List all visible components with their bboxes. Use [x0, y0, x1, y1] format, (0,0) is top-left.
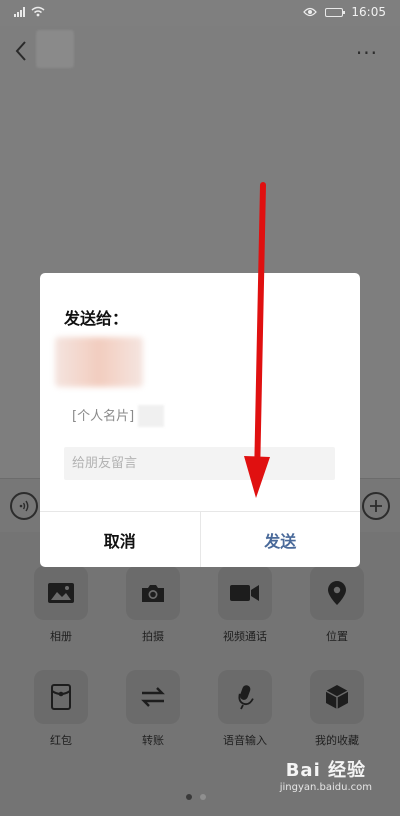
recipient-blurred [55, 337, 143, 387]
voice-input-tile-button[interactable] [218, 670, 272, 724]
cancel-button[interactable]: 取消 [40, 512, 201, 567]
transfer-icon [141, 687, 165, 707]
album-label: 相册 [50, 630, 72, 643]
red-packet-button[interactable] [34, 670, 88, 724]
status-left [14, 6, 45, 17]
status-right: 16:05 [303, 5, 386, 19]
microphone-icon [238, 685, 254, 710]
business-card-label: [个人名片] [72, 409, 135, 424]
page-dot-active [186, 794, 192, 800]
page-dot [200, 794, 206, 800]
watermark-url: jingyan.baidu.com [279, 782, 372, 793]
voice-input-label: 语音输入 [223, 734, 267, 747]
plus-icon [370, 500, 382, 512]
page-indicator [186, 794, 206, 800]
camera-button[interactable] [126, 566, 180, 620]
battery-icon [325, 7, 346, 17]
status-time: 16:05 [351, 5, 386, 19]
location-button[interactable] [310, 566, 364, 620]
video-call-label: 视频通话 [223, 630, 267, 643]
camera-icon [142, 585, 164, 602]
baidu-jingyan-watermark: Bai 经验 jingyan.baidu.com [280, 756, 372, 793]
transfer-button[interactable] [126, 670, 180, 724]
location-label: 位置 [326, 630, 348, 643]
signal-icon [14, 6, 25, 17]
send-button[interactable]: 发送 [201, 512, 361, 567]
photo-icon [48, 583, 74, 603]
album-button[interactable] [34, 566, 88, 620]
video-icon [230, 585, 259, 601]
red-packet-icon [51, 684, 71, 710]
send-card-dialog: 发送给： [个人名片] 取消 发送 [40, 273, 360, 567]
dialog-footer: 取消 发送 [40, 511, 360, 567]
video-call-button[interactable] [218, 566, 272, 620]
favorites-icon [325, 685, 349, 709]
red-packet-label: 红包 [50, 734, 72, 747]
location-icon [328, 581, 346, 605]
transfer-label: 转账 [142, 734, 164, 747]
watermark-logo: Bai 经验 [285, 760, 367, 781]
dialog-title: 发送给： [64, 309, 129, 328]
back-arrow-icon[interactable] [14, 40, 28, 62]
voice-icon [19, 500, 29, 512]
contact-name-blurred [36, 30, 74, 68]
favorites-label: 我的收藏 [315, 734, 359, 747]
voice-input-button[interactable] [10, 492, 38, 520]
wifi-icon [31, 6, 45, 17]
eye-icon [303, 7, 318, 17]
more-functions-button[interactable] [362, 492, 390, 520]
message-input[interactable] [64, 447, 335, 480]
more-options-icon[interactable]: ··· [356, 43, 378, 63]
card-name-blurred [138, 405, 164, 427]
status-bar: 16:05 [0, 0, 400, 26]
camera-label: 拍摄 [142, 630, 164, 643]
favorites-button[interactable] [310, 670, 364, 724]
